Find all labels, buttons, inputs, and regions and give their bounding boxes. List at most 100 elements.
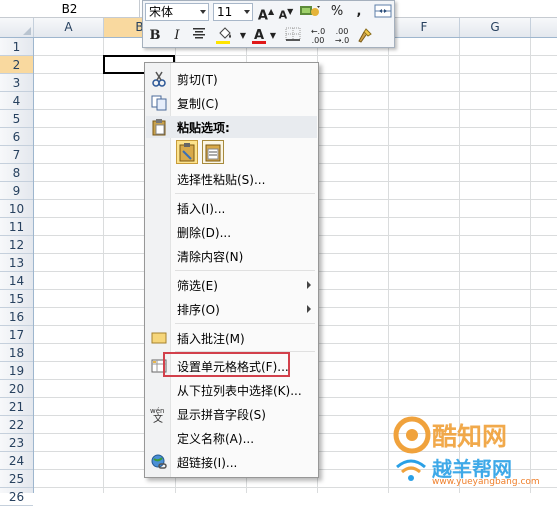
row-header[interactable]: 22 — [0, 416, 33, 434]
menu-label: 粘贴选项: — [177, 121, 230, 135]
submenu-arrow-icon — [307, 305, 311, 313]
font-size-combo[interactable]: 11 — [213, 3, 253, 21]
menu-label: 超链接(I)... — [177, 456, 238, 470]
name-box[interactable]: B2 — [0, 0, 140, 18]
hyperlink-globe-icon — [151, 454, 167, 469]
row-header[interactable]: 17 — [0, 326, 33, 344]
increase-decimal-button[interactable]: ←.0.00 — [307, 27, 329, 45]
row-header[interactable]: 13 — [0, 254, 33, 272]
column-header-g[interactable]: G — [460, 18, 531, 37]
menu-item-sort[interactable]: 排序(O) — [146, 297, 317, 321]
submenu-arrow-icon — [307, 281, 311, 289]
bold-button[interactable]: B — [145, 27, 165, 45]
row-header[interactable]: 16 — [0, 308, 33, 326]
column-header-f[interactable]: F — [389, 18, 460, 37]
column-header-a[interactable]: A — [34, 18, 104, 37]
row-header[interactable]: 1 — [0, 38, 33, 56]
menu-label: 插入批注(M) — [177, 332, 245, 346]
percent-style-button[interactable]: % — [327, 3, 347, 21]
menu-item-cut[interactable]: 剪切(T) — [146, 67, 317, 91]
grow-font-button[interactable]: A▲ — [256, 3, 276, 24]
row-header[interactable]: 20 — [0, 380, 33, 398]
row-header[interactable]: 23 — [0, 434, 33, 452]
decrease-decimal-icon: .00 — [335, 27, 349, 36]
font-size-value: 11 — [217, 5, 233, 19]
paste-button[interactable] — [176, 140, 198, 164]
grow-font-icon: A — [257, 8, 268, 24]
row-header[interactable]: 21 — [0, 398, 33, 416]
row-header[interactable]: 12 — [0, 236, 33, 254]
borders-button[interactable] — [281, 27, 305, 45]
menu-item-insert[interactable]: 插入(I)... — [146, 196, 317, 220]
row-header[interactable]: 25 — [0, 470, 33, 488]
row-header-bar: 1 2 3 4 5 6 7 8 9 10 11 12 13 14 15 16 17 18 19 20 21 22 23 24 2… — [0, 38, 34, 506]
number-format-button[interactable] — [297, 3, 323, 21]
decrease-decimal-text: →.0 — [334, 36, 350, 45]
row-header[interactable]: 9 — [0, 182, 33, 200]
clipboard-icon — [152, 119, 166, 136]
select-all-corner[interactable] — [0, 18, 34, 37]
comma-style-button[interactable]: , — [349, 3, 369, 21]
center-align-button[interactable] — [189, 27, 209, 45]
row-header[interactable]: 10 — [0, 200, 33, 218]
menu-label: 复制(C) — [177, 97, 219, 111]
row-header[interactable]: 5 — [0, 110, 33, 128]
watermark-logo — [393, 416, 431, 454]
menu-item-copy[interactable]: 复制(C) — [146, 91, 317, 115]
font-color-button[interactable]: A — [249, 27, 269, 45]
font-color-dropdown[interactable]: ▼ — [269, 27, 277, 45]
font-name-value: 宋体 — [149, 5, 174, 19]
paint-bucket-icon — [219, 27, 231, 39]
menu-item-clear-contents[interactable]: 清除内容(N) — [146, 244, 317, 268]
row-header[interactable]: 18 — [0, 344, 33, 362]
menu-item-delete[interactable]: 删除(D)... — [146, 220, 317, 244]
chevron-down-icon — [244, 10, 250, 14]
borders-icon — [285, 27, 301, 41]
row-header[interactable]: 2 — [0, 56, 33, 74]
menu-label: 排序(O) — [177, 303, 220, 317]
row-header[interactable]: 24 — [0, 452, 33, 470]
format-painter-grid-button[interactable] — [373, 3, 393, 21]
italic-button[interactable]: I — [167, 27, 187, 45]
decrease-decimal-button[interactable]: .00 →.0 — [331, 27, 353, 45]
row-header[interactable]: 19 — [0, 362, 33, 380]
row-header[interactable]: 7 — [0, 146, 33, 164]
row-header[interactable]: 8 — [0, 164, 33, 182]
watermark-url: www.yueyangbang.com — [432, 477, 540, 487]
row-header[interactable]: 3 — [0, 74, 33, 92]
menu-label: 定义名称(A)... — [177, 432, 255, 446]
row-header[interactable]: 6 — [0, 128, 33, 146]
phonetic-icon: wén文 — [150, 407, 164, 423]
menu-label: 删除(D)... — [177, 226, 232, 240]
row-header[interactable]: 26 — [0, 488, 33, 506]
row-header[interactable]: 14 — [0, 272, 33, 290]
menu-label: 剪切(T) — [177, 73, 218, 87]
row-header[interactable]: 4 — [0, 92, 33, 110]
format-painter-button[interactable] — [355, 27, 375, 45]
row-header[interactable]: 11 — [0, 218, 33, 236]
shrink-font-button[interactable]: A▼ — [276, 3, 296, 22]
fill-color-bar — [216, 41, 230, 44]
svg-text:文: 文 — [153, 412, 163, 423]
menu-label: 显示拼音字段(S) — [177, 408, 266, 422]
context-menu: 剪切(T) 复制(C) 粘贴选项: 选择性粘贴(S)... 插入(I)... 删… — [144, 62, 319, 478]
paste-options-header: 粘贴选项: — [146, 116, 317, 138]
menu-item-show-phonetic[interactable]: wén 文 显示拼音字段(S) — [146, 402, 317, 426]
row-header[interactable]: 15 — [0, 290, 33, 308]
menu-label: 选择性粘贴(S)... — [177, 173, 266, 187]
watermark: 酷知网 越羊帮网 www.yueyangbang.com — [386, 405, 557, 493]
paste-values-button[interactable] — [202, 140, 224, 164]
font-name-combo[interactable]: 宋体 — [145, 3, 209, 21]
menu-label: 插入(I)... — [177, 202, 226, 216]
scissors-icon — [152, 71, 166, 87]
menu-item-insert-comment[interactable]: 插入批注(M) — [146, 326, 317, 350]
shrink-font-icon: A — [278, 8, 288, 22]
menu-item-filter[interactable]: 筛选(E) — [146, 273, 317, 297]
mini-toolbar: 宋体 11 A▲ A▼ % , B I ▼ A ▼ ←.0 .00 .00 →.… — [142, 0, 395, 48]
fill-color-dropdown[interactable]: ▼ — [239, 27, 247, 45]
fill-color-button[interactable] — [213, 27, 237, 45]
menu-item-paste-special[interactable]: 选择性粘贴(S)... — [146, 167, 317, 191]
menu-item-define-name[interactable]: 定义名称(A)... — [146, 426, 317, 450]
menu-item-pick-from-list[interactable]: 从下拉列表中选择(K)... — [146, 378, 317, 402]
menu-item-hyperlink[interactable]: 超链接(I)... — [146, 450, 317, 474]
